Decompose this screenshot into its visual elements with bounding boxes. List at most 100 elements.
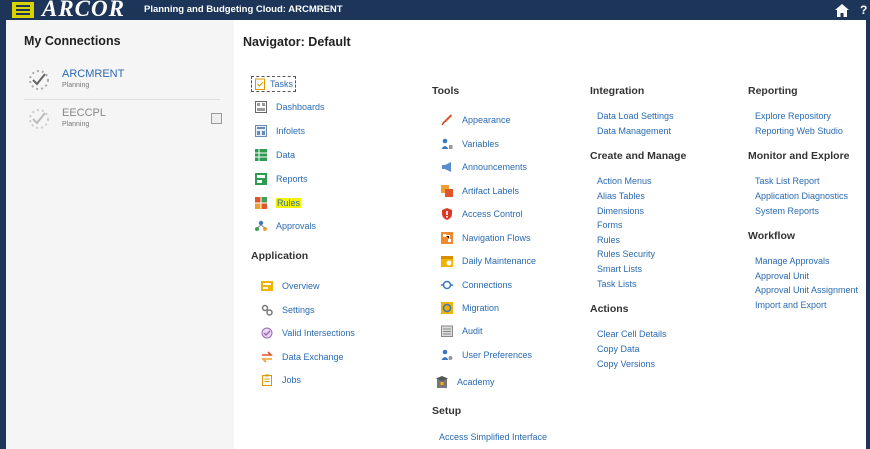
nav-item-academy[interactable]: Academy bbox=[436, 374, 495, 390]
artifact-labels-icon bbox=[441, 185, 453, 197]
link-data-management[interactable]: Data Management bbox=[597, 126, 671, 136]
nav-item-access-control[interactable]: Access Control bbox=[441, 206, 523, 222]
megaphone-icon bbox=[442, 162, 451, 172]
nav-item-artifact-labels[interactable]: Artifact Labels bbox=[441, 183, 519, 199]
top-bar: ARCOR Planning and Budgeting Cloud: ARCM… bbox=[0, 0, 870, 21]
user-preferences-icon bbox=[441, 349, 453, 360]
link-system-reports[interactable]: System Reports bbox=[755, 206, 819, 216]
dashboards-icon bbox=[255, 101, 267, 113]
home-icon[interactable] bbox=[835, 4, 849, 17]
section-head-application: Application bbox=[251, 250, 309, 262]
link-copy-data[interactable]: Copy Data bbox=[597, 344, 640, 354]
nav-item-announcements[interactable]: Announcements bbox=[441, 159, 527, 175]
nav-item-tasks[interactable]: Tasks bbox=[251, 76, 297, 92]
navigation-flows-icon bbox=[441, 232, 453, 244]
connection-item-arcmrent[interactable]: ARCMRENT Planning bbox=[24, 67, 224, 97]
nav-item-infolets[interactable]: Infolets bbox=[255, 123, 305, 139]
link-copy-versions[interactable]: Copy Versions bbox=[597, 359, 655, 369]
rules-icon bbox=[255, 197, 267, 209]
link-access-simplified-interface[interactable]: Access Simplified Interface bbox=[439, 432, 547, 442]
connection-status-icon bbox=[29, 109, 49, 129]
nav-item-overview[interactable]: Overview bbox=[261, 278, 320, 294]
link-action-menus[interactable]: Action Menus bbox=[597, 176, 652, 186]
connections-title: My Connections bbox=[24, 34, 121, 48]
nav-item-audit[interactable]: Audit bbox=[441, 323, 483, 339]
link-task-list-report[interactable]: Task List Report bbox=[755, 176, 820, 186]
approvals-icon bbox=[255, 220, 267, 231]
nav-item-approvals[interactable]: Approvals bbox=[255, 218, 316, 234]
nav-item-reports[interactable]: Reports bbox=[255, 171, 308, 187]
daily-maintenance-icon bbox=[441, 256, 453, 267]
open-connection-icon[interactable] bbox=[211, 113, 222, 124]
audit-icon bbox=[441, 325, 453, 337]
link-clear-cell-details[interactable]: Clear Cell Details bbox=[597, 329, 667, 339]
data-icon bbox=[255, 149, 267, 161]
link-dimensions[interactable]: Dimensions bbox=[597, 206, 644, 216]
link-import-and-export[interactable]: Import and Export bbox=[755, 300, 827, 310]
link-reporting-web-studio[interactable]: Reporting Web Studio bbox=[755, 126, 843, 136]
connections-icon bbox=[441, 280, 453, 290]
nav-item-jobs[interactable]: Jobs bbox=[261, 372, 301, 388]
link-approval-unit[interactable]: Approval Unit bbox=[755, 271, 809, 281]
nav-item-navigation-flows[interactable]: Navigation Flows bbox=[441, 230, 531, 246]
link-task-lists[interactable]: Task Lists bbox=[597, 279, 637, 289]
nav-item-migration[interactable]: Migration bbox=[441, 300, 499, 316]
link-approval-unit-assignment[interactable]: Approval Unit Assignment bbox=[755, 285, 858, 295]
nav-item-rules[interactable]: Rules bbox=[255, 195, 302, 211]
infolets-icon bbox=[255, 125, 267, 137]
data-exchange-icon bbox=[261, 351, 273, 363]
nav-item-appearance[interactable]: Appearance bbox=[441, 112, 511, 128]
help-icon[interactable]: ? bbox=[860, 3, 870, 17]
tasks-focus-box: Tasks bbox=[251, 76, 297, 92]
app-title: Planning and Budgeting Cloud: ARCMRENT bbox=[144, 4, 343, 15]
nav-item-valid-intersections[interactable]: Valid Intersections bbox=[261, 325, 355, 341]
connection-divider bbox=[24, 99, 220, 100]
valid-intersections-icon bbox=[261, 327, 273, 339]
frame-right-edge bbox=[866, 20, 870, 449]
jobs-clipboard-icon bbox=[262, 374, 272, 386]
nav-item-daily-maintenance[interactable]: Daily Maintenance bbox=[441, 253, 536, 269]
link-application-diagnostics[interactable]: Application Diagnostics bbox=[755, 191, 848, 201]
company-logo: ARCOR bbox=[42, 0, 125, 21]
connection-name: EECCPL bbox=[62, 107, 107, 119]
nav-item-data-exchange[interactable]: Data Exchange bbox=[261, 349, 344, 365]
academy-icon bbox=[436, 376, 448, 388]
connection-type: Planning bbox=[62, 82, 90, 89]
connection-type: Planning bbox=[62, 121, 90, 128]
link-data-load-settings[interactable]: Data Load Settings bbox=[597, 111, 674, 121]
nav-item-connections[interactable]: Connections bbox=[441, 277, 512, 293]
nav-item-user-preferences[interactable]: User Preferences bbox=[441, 347, 532, 363]
section-head-create-and-manage: Create and Manage bbox=[590, 150, 687, 162]
overview-icon bbox=[261, 281, 273, 291]
link-rules[interactable]: Rules bbox=[597, 235, 620, 245]
link-smart-lists[interactable]: Smart Lists bbox=[597, 264, 642, 274]
section-head-actions: Actions bbox=[590, 303, 629, 315]
shield-icon bbox=[442, 208, 452, 220]
section-head-reporting: Reporting bbox=[748, 85, 798, 97]
navigator-title: Navigator: Default bbox=[243, 35, 351, 49]
connections-panel: My Connections ARCMRENT Planning EECCPL … bbox=[6, 20, 234, 449]
variables-icon bbox=[441, 138, 453, 149]
nav-item-dashboards[interactable]: Dashboards bbox=[255, 99, 325, 115]
section-head-monitor-and-explore: Monitor and Explore bbox=[748, 150, 850, 162]
appearance-brush-icon bbox=[441, 114, 453, 126]
section-head-integration: Integration bbox=[590, 85, 645, 97]
reports-icon bbox=[255, 173, 267, 185]
section-head-workflow: Workflow bbox=[748, 230, 796, 242]
section-head-setup: Setup bbox=[432, 405, 462, 417]
connection-name: ARCMRENT bbox=[62, 68, 125, 80]
connection-item-eeccpl[interactable]: EECCPL Planning bbox=[24, 106, 224, 136]
link-manage-approvals[interactable]: Manage Approvals bbox=[755, 256, 830, 266]
settings-gear-icon bbox=[261, 304, 273, 316]
tasks-icon bbox=[255, 78, 265, 90]
migration-icon bbox=[441, 302, 453, 314]
link-explore-repository[interactable]: Explore Repository bbox=[755, 111, 831, 121]
nav-item-variables[interactable]: Variables bbox=[441, 136, 499, 152]
nav-item-settings[interactable]: Settings bbox=[261, 302, 315, 318]
link-forms[interactable]: Forms bbox=[597, 220, 623, 230]
link-alias-tables[interactable]: Alias Tables bbox=[597, 191, 645, 201]
section-head-tools: Tools bbox=[432, 85, 460, 97]
link-rules-security[interactable]: Rules Security bbox=[597, 249, 655, 259]
nav-item-data[interactable]: Data bbox=[255, 147, 295, 163]
hamburger-menu-icon[interactable] bbox=[12, 2, 34, 18]
